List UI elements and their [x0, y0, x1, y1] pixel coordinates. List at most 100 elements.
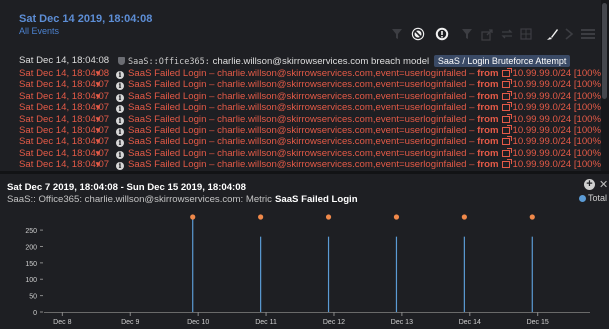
breach-marker — [190, 214, 196, 220]
log-row[interactable]: Sat Dec 14, 18:04:07 ▼ i SaaS Failed Login … — [0, 125, 609, 136]
breach-marker — [325, 214, 332, 220]
external-link-icon[interactable] — [501, 113, 512, 123]
x-tick-label: Dec 9 — [121, 319, 139, 326]
row-ip[interactable]: 10.99.99.0/24 [100%(now)] — [513, 102, 609, 113]
model-badge[interactable]: SaaS / Login Bruteforce Attempt — [433, 55, 571, 67]
external-link-icon[interactable] — [501, 136, 512, 146]
swap-icon[interactable] — [500, 26, 514, 42]
row-text: SaaS Failed Login – charlie.willson@skir… — [128, 90, 475, 102]
row-ip[interactable]: 10.99.99.0/24 [100%(now)] — [513, 91, 609, 102]
chevron-right-icon[interactable] — [563, 26, 575, 42]
shield-icon — [118, 57, 125, 65]
chevron-down-icon[interactable]: ▼ — [94, 125, 102, 136]
row-text: SaaS Failed Login – charlie.willson@skir… — [128, 113, 475, 125]
row-ip[interactable]: 10.99.99.0/24 [100%(now)] — [513, 68, 609, 79]
chart-range: Sat Dec 7 2019, 18:04:08 - Sun Dec 15 20… — [7, 182, 246, 193]
exclamation-circle-icon[interactable] — [434, 26, 450, 42]
row-ip[interactable]: 10.99.99.0/24 [100%(now)] — [513, 136, 609, 147]
filter-icon[interactable] — [390, 26, 404, 42]
external-link-icon[interactable] — [501, 102, 512, 112]
external-link-icon[interactable] — [501, 90, 512, 100]
row-message: SaaS::Office365: charlie.willson@skirrow… — [118, 55, 571, 68]
x-tick-label: Dec 11 — [255, 319, 277, 326]
log-row[interactable]: Sat Dec 14, 18:04:07 ▼ i SaaS Failed Login … — [0, 159, 609, 171]
filter-icon[interactable] — [460, 26, 474, 42]
chevron-down-icon[interactable]: ▼ — [94, 159, 102, 170]
row-ip[interactable]: 10.99.99.0/24 [100%(now)] — [513, 79, 609, 90]
external-link-icon[interactable] — [501, 147, 512, 157]
external-link-icon[interactable] — [501, 125, 512, 134]
external-link-icon[interactable] — [501, 79, 512, 89]
info-icon: i — [116, 71, 124, 79]
info-icon: i — [116, 139, 124, 148]
source-label: SaaS::Office365: — [128, 57, 210, 67]
log-row[interactable]: Sat Dec 14, 18:04:08 ▼ i SaaS Failed Login … — [0, 68, 609, 79]
y-tick-label: 100 — [25, 277, 37, 284]
chevron-down-icon[interactable]: ▼ — [94, 68, 102, 79]
add-icon[interactable]: + — [584, 179, 595, 190]
model-breach-row[interactable]: Sat Dec 14, 18:04:08 SaaS::Office365: ch… — [0, 55, 601, 68]
x-tick-label: Dec 12 — [323, 319, 345, 326]
row-text: SaaS Failed Login – charlie.willson@skir… — [128, 79, 475, 91]
chart-panel: 0 50 100 150 200 250 Dec 8 Dec 9 Dec 10 Dec 11 Dec… — [0, 174, 609, 329]
event-log-panel: Sat Dec 14 2019, 18:04:08 All Events Sat… — [0, 0, 609, 171]
chevron-down-icon[interactable]: ▼ — [94, 114, 102, 125]
row-ip[interactable]: 10.99.99.0/24 [100%(now)] — [513, 159, 609, 170]
x-tick-label: Dec 8 — [53, 319, 71, 326]
chart-legend[interactable]: Total — [579, 193, 607, 203]
row-message: i SaaS Failed Login – charlie.willson@ski… — [116, 147, 609, 159]
log-row[interactable]: Sat Dec 14, 18:04:07 ▼ i SaaS Failed Login … — [0, 90, 609, 102]
row-text: SaaS Failed Login – charlie.willson@skir… — [128, 102, 475, 114]
external-link-icon[interactable] — [501, 68, 512, 77]
all-events-link[interactable]: All Events — [19, 26, 59, 36]
y-tick-label: 250 — [25, 228, 37, 235]
grid-icon[interactable] — [519, 26, 533, 42]
brush-icon[interactable] — [544, 26, 558, 42]
row-message: i SaaS Failed Login – charlie.willson@ski… — [116, 113, 609, 125]
info-icon: i — [116, 93, 124, 102]
chart-source: SaaS:: Office365: charlie.willson@skirro… — [7, 194, 272, 205]
y-tick-label: 0 — [33, 310, 37, 317]
chevron-down-icon[interactable]: ▼ — [94, 102, 102, 113]
chevron-down-icon[interactable]: ▼ — [94, 91, 102, 102]
close-icon[interactable]: ✕ — [599, 178, 608, 191]
row-message: i SaaS Failed Login – charlie.willson@ski… — [116, 136, 609, 148]
breach-marker — [393, 214, 400, 220]
log-row[interactable]: Sat Dec 14, 18:04:07 ▼ i SaaS Failed Login … — [0, 147, 609, 159]
breach-marker — [461, 214, 467, 220]
scrollbar[interactable] — [601, 0, 609, 171]
event-log-header: Sat Dec 14 2019, 18:04:08 All Events — [0, 0, 601, 50]
info-icon: i — [116, 128, 124, 136]
log-row[interactable]: Sat Dec 14, 18:04:07 ▼ i SaaS Failed Login … — [0, 136, 609, 148]
list-icon[interactable] — [580, 26, 596, 42]
y-tick-label: 150 — [25, 261, 37, 268]
from-label: from — [477, 102, 499, 114]
chevron-down-icon[interactable]: ▼ — [94, 136, 102, 147]
chart-description: SaaS:: Office365: charlie.willson@skirro… — [7, 194, 358, 205]
info-icon: i — [116, 82, 124, 91]
y-tick-label: 200 — [25, 244, 37, 251]
row-message: i SaaS Failed Login – charlie.willson@ski… — [116, 159, 609, 171]
x-tick-label: Dec 13 — [391, 319, 413, 326]
external-link-icon[interactable] — [501, 159, 512, 169]
chevron-down-icon[interactable]: ▼ — [94, 79, 102, 90]
log-row[interactable]: Sat Dec 14, 18:04:07 ▼ i SaaS Failed Login … — [0, 113, 609, 125]
chart-metric: SaaS Failed Login — [274, 194, 358, 205]
row-text: SaaS Failed Login – charlie.willson@skir… — [128, 68, 475, 79]
scrollbar-thumb[interactable] — [602, 3, 607, 99]
legend-dot-icon — [579, 194, 586, 202]
row-ip[interactable]: 10.99.99.0/24 [100%(now)] — [513, 125, 609, 136]
x-tick-label: Dec 15 — [527, 319, 549, 326]
x-tick-label: Dec 14 — [459, 319, 481, 326]
log-row[interactable]: Sat Dec 14, 18:04:07 ▼ i SaaS Failed Login … — [0, 102, 609, 114]
chevron-down-icon[interactable]: ▼ — [94, 148, 102, 159]
row-text: SaaS Failed Login – charlie.willson@skir… — [128, 136, 475, 148]
no-entry-icon[interactable] — [410, 26, 426, 42]
export-icon[interactable] — [480, 26, 494, 42]
row-ip[interactable]: 10.99.99.0/24 [100%(now)] — [513, 114, 609, 125]
log-row[interactable]: Sat Dec 14, 18:04:07 ▼ i SaaS Failed Login … — [0, 79, 609, 91]
breach-marker — [529, 214, 535, 220]
from-label: from — [477, 125, 499, 136]
row-message: i SaaS Failed Login – charlie.willson@ski… — [116, 90, 609, 102]
row-ip[interactable]: 10.99.99.0/24 [100%(now)] — [513, 148, 609, 159]
